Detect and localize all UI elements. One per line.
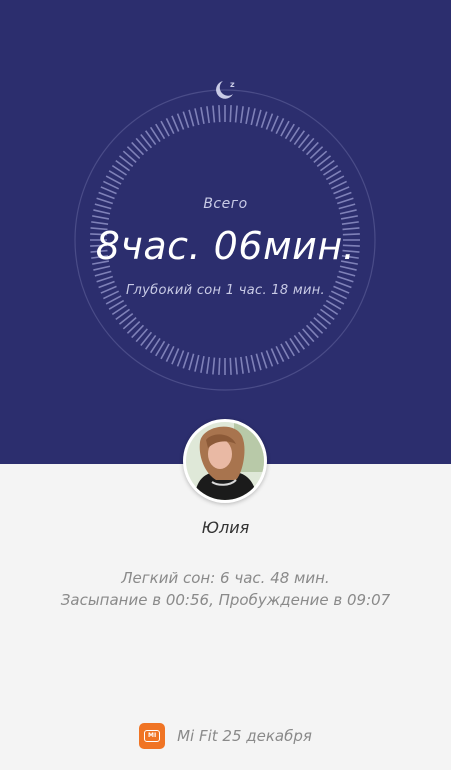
- mi-logo-icon: MI: [139, 723, 166, 749]
- dial-tick: [260, 351, 268, 369]
- deep-sleep-duration: Глубокий сон 1 час. 18 мин.: [126, 283, 325, 298]
- dial-tick: [182, 111, 190, 129]
- dial-tick: [270, 115, 279, 132]
- dial-tick: [250, 108, 256, 126]
- dial-tick: [338, 270, 356, 277]
- dial-tick: [176, 350, 185, 367]
- dial-tick: [240, 106, 244, 124]
- dial-tick: [92, 215, 110, 220]
- dial-tick: [336, 275, 354, 283]
- moon-zz-icon: z: [216, 80, 235, 99]
- dial-tick: [206, 106, 210, 124]
- dial-tick: [171, 348, 180, 365]
- dial-tick: [103, 180, 120, 190]
- dial-tick: [206, 356, 210, 374]
- dial-tick: [245, 355, 250, 373]
- dial-tick: [333, 186, 350, 195]
- app-footer: MI Mi Fit 25 декабря: [0, 722, 451, 750]
- total-sleep-duration: 8час. 06мин.: [95, 224, 356, 268]
- dial-tick: [265, 113, 274, 130]
- dial-tick: [212, 105, 216, 123]
- dial-tick: [200, 107, 205, 125]
- dial-tick: [176, 113, 185, 130]
- dial-tick: [194, 354, 200, 372]
- dial-tick: [188, 109, 195, 127]
- dial-tick: [218, 357, 221, 375]
- dial-tick: [200, 355, 205, 373]
- dial-tick: [165, 118, 175, 135]
- dial-tick: [229, 105, 232, 123]
- svg-text:z: z: [230, 80, 235, 89]
- dial-tick: [234, 105, 238, 123]
- dial-tick: [94, 270, 112, 277]
- dial-tick: [229, 357, 232, 375]
- dial-tick: [245, 107, 250, 125]
- sleep-screen: z Всего 8час. 06мин. Глубокий сон 1 час.…: [0, 0, 451, 770]
- dial-tick: [96, 275, 114, 283]
- dial-tick: [171, 115, 180, 132]
- user-name: Юлия: [201, 518, 250, 537]
- dial-tick: [218, 105, 221, 123]
- dial-tick: [182, 351, 190, 369]
- dial-tick: [275, 118, 285, 135]
- sleep-wake-times: Засыпание в 00:56, Пробуждение в 09:07: [60, 591, 391, 609]
- dial-tick: [265, 350, 274, 367]
- dial-tick: [100, 186, 117, 195]
- dial-tick: [250, 354, 256, 372]
- dial-tick: [240, 356, 244, 374]
- dial-tick: [260, 111, 268, 129]
- source-and-date: Mi Fit 25 декабря: [177, 727, 312, 745]
- total-label: Всего: [203, 196, 248, 212]
- dial-tick: [212, 357, 216, 375]
- dial-tick: [330, 180, 347, 190]
- dial-tick: [340, 215, 358, 220]
- dial-tick: [275, 345, 285, 362]
- avatar-photo: [186, 422, 264, 500]
- dial-tick: [194, 108, 200, 126]
- dial-tick: [255, 109, 262, 127]
- dial-tick: [255, 353, 262, 371]
- avatar[interactable]: [183, 419, 267, 503]
- light-sleep-duration: Легкий сон: 6 час. 48 мин.: [121, 569, 330, 587]
- mi-logo-text: MI: [144, 730, 161, 742]
- dial-tick: [165, 345, 175, 362]
- dial-tick: [188, 353, 195, 371]
- dial-tick: [234, 357, 238, 375]
- dial-tick: [270, 348, 279, 365]
